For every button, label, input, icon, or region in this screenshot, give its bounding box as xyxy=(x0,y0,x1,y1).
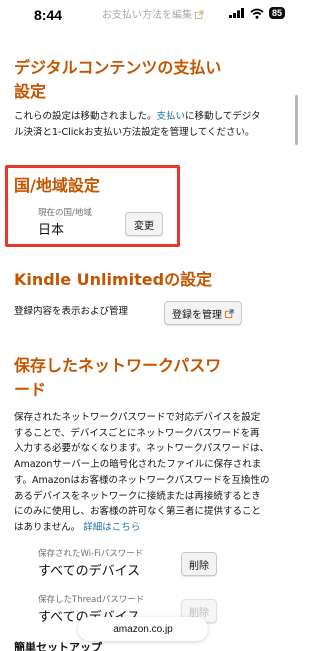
learn-more-link[interactable]: 詳細はこちら xyxy=(83,522,140,533)
battery-icon: 85 xyxy=(268,7,285,19)
digital-desc-text-2: に移動してデジタ xyxy=(185,111,261,122)
digital-heading-line1: デジタルコンテンツの支払い xyxy=(14,58,222,77)
network-desc-line: にのみに使用し、お客様の許可なく第三者に提供すること xyxy=(14,506,262,518)
digital-desc-line2: ル決済と1-Clickお支払い方法設定を管理してください。 xyxy=(14,127,255,138)
digital-desc-text: これらの設定は移動されました。 xyxy=(14,111,157,122)
network-desc-line: あるデバイスをネットワークに接続または再接続するとき xyxy=(14,490,261,502)
faded-link-text: お支払い方法を編集 xyxy=(102,10,192,21)
external-link-icon xyxy=(195,10,204,19)
digital-description: これらの設定は移動されました。支払いに移動してデジタ ル決済と1-Clickお支… xyxy=(14,109,282,141)
network-desc-line: す。Amazonはお客様のネットワークパスワードを互換性の xyxy=(14,474,270,486)
network-desc-line: することで、デバイスごとにネットワークパスワードを再 xyxy=(14,427,260,439)
delete-button-label: 削除 xyxy=(189,560,209,572)
address-bar-domain: amazon.co.jp xyxy=(113,623,173,635)
wifi-password-label: 保存されたWi-Fiパスワード xyxy=(38,549,144,559)
payment-link[interactable]: 支払い xyxy=(157,111,186,122)
country-heading: 国/地域設定 xyxy=(14,176,100,195)
network-heading-line1: 保存したネットワークパスワ xyxy=(14,356,222,375)
network-desc-line: 入力する必要がなくなります。ネットワークパスワードは、 xyxy=(14,443,270,455)
kindle-unlimited-heading: Kindle Unlimitedの設定 xyxy=(14,270,213,289)
network-desc-line: Amazonサーバー上の暗号化されたファイルに保存されま xyxy=(14,459,262,471)
change-country-button[interactable]: 変更 xyxy=(125,212,163,236)
delete-wifi-password-button[interactable]: 削除 xyxy=(181,552,217,576)
digital-payment-heading: デジタルコンテンツの支払い 設定 xyxy=(14,56,221,104)
network-desc-line: 保存されたネットワークパスワードで対応デバイスを設定 xyxy=(14,412,261,423)
digital-heading-line2: 設定 xyxy=(14,82,47,101)
address-bar[interactable]: amazon.co.jp xyxy=(78,617,208,641)
external-link-icon xyxy=(225,308,234,318)
change-button-label: 変更 xyxy=(134,220,154,232)
scrollbar[interactable] xyxy=(295,95,298,145)
network-heading-line2: ード xyxy=(14,380,47,399)
current-country-value: 日本 xyxy=(38,223,65,238)
manage-subscription-button[interactable]: 登録を管理 xyxy=(164,301,242,325)
network-desc-last-line: はありません。 xyxy=(14,521,81,533)
status-bar: 8:44 お支払い方法を編集 85 xyxy=(0,0,301,28)
current-country-label: 現在の国/地域 xyxy=(38,208,92,218)
network-password-heading: 保存したネットワークパスワ ード xyxy=(14,354,221,402)
cellular-signal-icon xyxy=(228,8,244,18)
status-icons: 85 xyxy=(228,7,285,19)
edit-payment-link-faded: お支払い方法を編集 xyxy=(102,6,204,21)
thread-password-label: 保存したThreadパスワード xyxy=(38,595,145,605)
wifi-icon xyxy=(250,8,264,19)
network-description: 保存されたネットワークパスワードで対応デバイスを設定 することで、デバイスごとに… xyxy=(14,410,282,536)
clock: 8:44 xyxy=(34,7,63,23)
manage-button-label: 登録を管理 xyxy=(172,309,222,321)
wifi-password-value: すべてのデバイス xyxy=(38,564,141,579)
